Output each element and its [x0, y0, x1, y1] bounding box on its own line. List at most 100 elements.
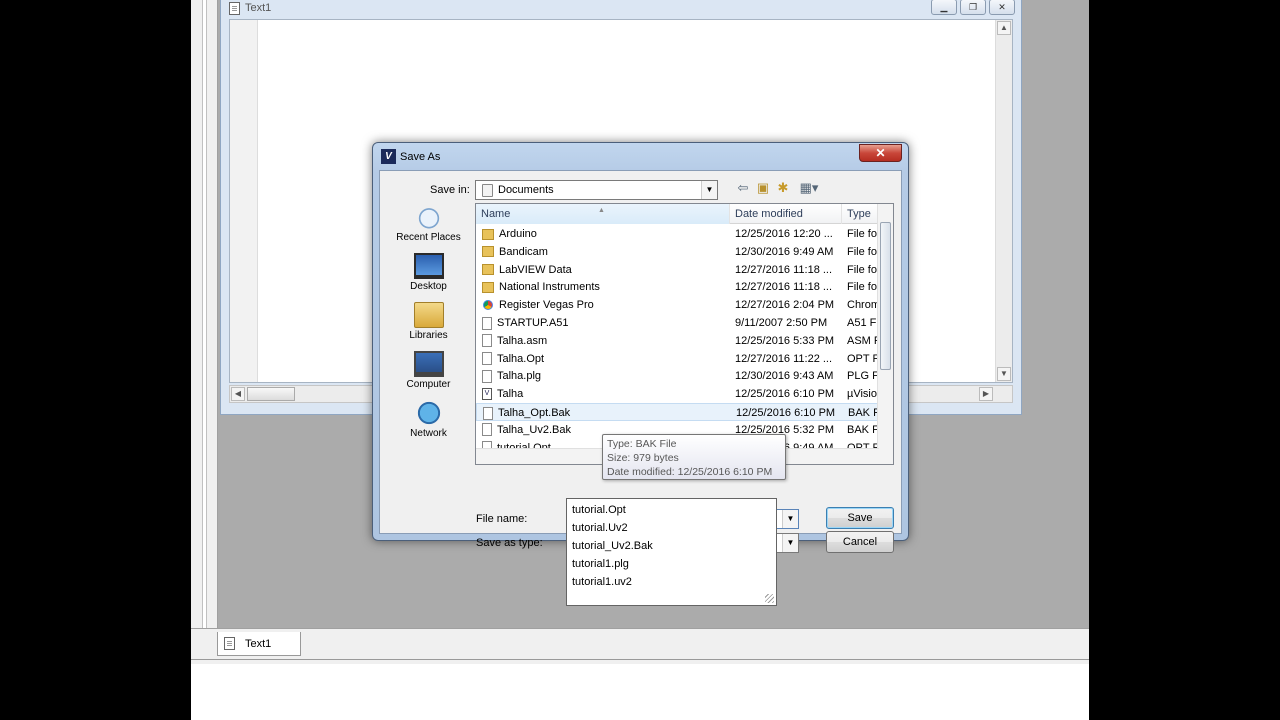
file-type-cell: OPT Fi — [847, 352, 879, 365]
file-row[interactable]: National Instruments 12/27/2016 11:18 ...… — [476, 278, 879, 296]
file-name-cell: LabVIEW Data — [482, 261, 727, 279]
dialog-close-button[interactable]: ✕ — [859, 144, 902, 162]
file-type-cell: BAK Fi — [848, 407, 880, 419]
column-header-name[interactable]: ▲ Name — [476, 204, 730, 224]
place-recent-places[interactable]: Recent Places — [386, 204, 471, 243]
file-name-text: LabVIEW Data — [499, 263, 572, 276]
file-icon — [482, 334, 492, 348]
back-arrow-icon[interactable]: ⇦ — [734, 180, 752, 196]
file-name-text: Bandicam — [499, 245, 548, 258]
folder-icon — [482, 264, 494, 276]
save-button[interactable]: Save — [826, 507, 894, 529]
place-label: Computer — [406, 379, 451, 390]
file-row[interactable]: Bandicam 12/30/2016 9:49 AM File fol — [476, 243, 879, 261]
save-in-label: Save in: — [430, 184, 470, 196]
recent-places-icon — [413, 204, 444, 230]
place-computer[interactable]: Computer — [386, 351, 471, 390]
file-type-cell: A51 Fil — [847, 317, 879, 329]
place-label: Network — [410, 428, 447, 439]
chevron-down-icon[interactable]: ▼ — [782, 510, 798, 528]
file-row[interactable]: Talha_Opt.Bak 12/25/2016 6:10 PM BAK Fi — [476, 403, 880, 422]
file-list-header: ▲ Name Date modified Type — [476, 204, 893, 224]
file-row[interactable]: Talha.Opt 12/27/2016 11:22 ... OPT Fi — [476, 350, 879, 368]
uvision-logo-icon: V — [381, 149, 396, 164]
resize-grip-icon[interactable] — [765, 594, 774, 603]
tooltip-size: Size: 979 bytes — [607, 452, 679, 464]
file-name-text: STARTUP.A51 — [497, 317, 569, 329]
tooltip-date: Date modified: 12/25/2016 6:10 PM — [607, 466, 773, 478]
file-date-cell: 12/25/2016 6:10 PM — [735, 388, 835, 401]
file-name-cell: Arduino — [482, 225, 727, 243]
file-row[interactable]: Arduino 12/25/2016 12:20 ... File fol — [476, 225, 879, 243]
chevron-down-icon[interactable]: ▼ — [782, 534, 798, 552]
column-header-date[interactable]: Date modified — [730, 204, 842, 224]
file-type-cell: File fol — [847, 263, 879, 276]
file-icon — [482, 423, 492, 437]
horizontal-scroll-thumb[interactable] — [247, 387, 295, 401]
autocomplete-item[interactable]: tutorial.Uv2 — [567, 519, 776, 537]
vertical-scroll-thumb[interactable] — [880, 222, 891, 370]
tab-text1[interactable]: Text1 — [217, 632, 301, 656]
file-type-cell: BAK Fi — [847, 423, 879, 436]
new-folder-icon[interactable]: ✱ — [774, 180, 792, 196]
computer-icon — [413, 351, 444, 377]
file-row[interactable]: STARTUP.A51 9/11/2007 2:50 PM A51 Fil — [476, 314, 879, 332]
chrome-icon — [482, 299, 494, 312]
file-list[interactable]: ▲ Name Date modified Type Arduino 12/25/2… — [475, 203, 894, 465]
scroll-left-arrow-icon[interactable]: ◀ — [231, 387, 245, 401]
file-date-cell: 12/30/2016 9:43 AM — [735, 370, 834, 383]
file-date-cell: 12/27/2016 2:04 PM — [735, 299, 835, 312]
autocomplete-item[interactable]: tutorial1.plg — [567, 555, 776, 573]
autocomplete-item[interactable]: tutorial_Uv2.Bak — [567, 537, 776, 555]
scroll-up-arrow-icon[interactable]: ▲ — [997, 21, 1011, 35]
file-type-cell: PLG Fil — [847, 370, 879, 383]
place-network[interactable]: Network — [386, 400, 471, 439]
scroll-down-arrow-icon[interactable]: ▼ — [997, 367, 1011, 381]
file-row[interactable]: V Talha 12/25/2016 6:10 PM µVision — [476, 385, 879, 403]
file-row[interactable]: Talha.plg 12/30/2016 9:43 AM PLG Fil — [476, 367, 879, 385]
file-name-cell: Talha_Opt.Bak — [483, 404, 728, 422]
place-label: Libraries — [409, 330, 448, 341]
file-name-cell: Talha.plg — [482, 367, 727, 385]
file-name-autocomplete-list: tutorial.Opt tutorial.Uv2 tutorial_Uv2.Bak… — [566, 498, 777, 606]
file-date-cell: 12/30/2016 9:49 AM — [735, 245, 834, 258]
libraries-icon — [413, 302, 444, 328]
place-libraries[interactable]: Libraries — [386, 302, 471, 341]
up-folder-icon[interactable]: ▣ — [754, 180, 772, 196]
file-name-text: Register Vegas Pro — [499, 299, 594, 312]
save-in-combobox[interactable]: Documents ▼ — [475, 180, 718, 200]
file-type-cell: File fol — [847, 281, 879, 294]
place-desktop[interactable]: Desktop — [386, 253, 471, 292]
file-list-vertical-scrollbar[interactable] — [877, 204, 893, 464]
view-menu-icon[interactable]: ▦▾ — [796, 180, 822, 196]
file-type-cell: File fol — [847, 228, 879, 240]
restore-button[interactable]: ❐ — [960, 0, 986, 15]
editor-vertical-scrollbar[interactable]: ▲ ▼ — [995, 20, 1012, 382]
file-name-label: File name: — [476, 513, 528, 525]
document-icon — [224, 637, 235, 650]
file-icon — [482, 352, 492, 366]
close-button[interactable]: ✕ — [989, 0, 1015, 15]
save-in-value: Documents — [498, 184, 554, 196]
autocomplete-item[interactable]: tutorial1.uv2 — [567, 573, 776, 591]
file-name-text: National Instruments — [499, 281, 600, 294]
desktop-icon — [413, 253, 444, 279]
column-header-type[interactable]: Type — [842, 204, 882, 224]
file-row[interactable]: Register Vegas Pro 12/27/2016 2:04 PM Chro… — [476, 296, 879, 314]
file-icon — [482, 316, 492, 330]
file-type-cell: Chrom — [847, 299, 879, 312]
minimize-button[interactable]: ▁ — [931, 0, 957, 15]
file-row[interactable]: Talha.asm 12/25/2016 5:33 PM ASM F — [476, 332, 879, 350]
autocomplete-item[interactable]: tutorial.Opt — [567, 501, 776, 519]
scroll-right-arrow-icon[interactable]: ▶ — [979, 387, 993, 401]
cancel-button[interactable]: Cancel — [826, 531, 894, 553]
save-as-dialog: V Save As ✕ Save in: Documents ▼ ⇦ ▣ ✱ ▦… — [372, 142, 909, 553]
file-row[interactable]: LabVIEW Data 12/27/2016 11:18 ... File fol — [476, 261, 879, 279]
file-type-cell: µVision — [847, 388, 879, 401]
file-date-cell: 12/25/2016 5:33 PM — [735, 334, 835, 347]
sort-ascending-icon: ▲ — [598, 207, 605, 214]
file-name-cell: V Talha — [482, 385, 727, 403]
file-date-cell: 12/27/2016 11:18 ... — [735, 281, 833, 294]
chevron-down-icon[interactable]: ▼ — [701, 181, 717, 199]
save-as-type-label: Save as type: — [476, 537, 543, 549]
